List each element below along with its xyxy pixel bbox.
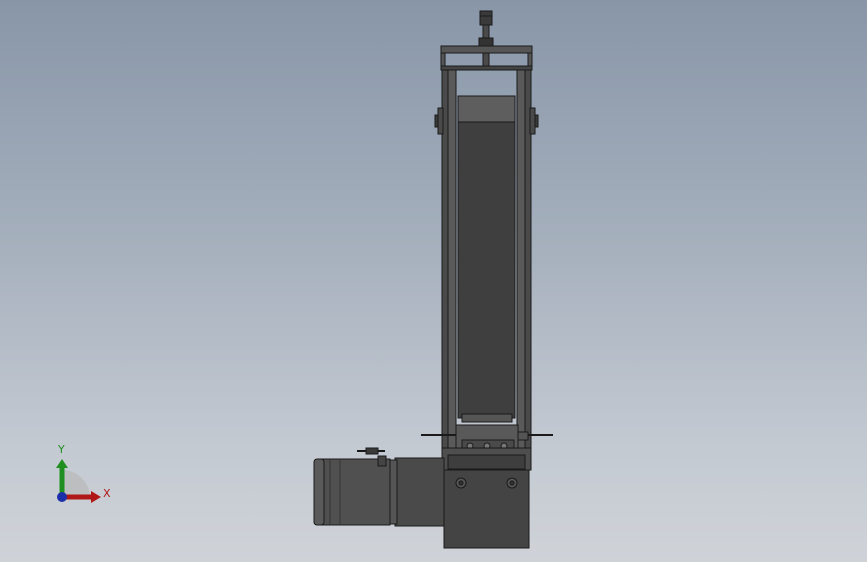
z-axis-dot <box>57 492 67 502</box>
cad-viewport[interactable]: Y X <box>0 0 867 562</box>
x-axis-head <box>91 491 101 503</box>
conveyor-model[interactable] <box>313 10 553 549</box>
gearbox-housing[interactable] <box>443 469 530 549</box>
drive-motor[interactable] <box>313 447 445 527</box>
lower-frame[interactable] <box>441 447 532 471</box>
y-axis-label: Y <box>58 443 65 456</box>
y-axis-head <box>56 459 68 468</box>
x-axis-label: X <box>103 487 111 500</box>
conveyor-belt[interactable] <box>457 95 516 423</box>
tension-screw[interactable] <box>478 10 494 68</box>
coordinate-triad <box>56 459 101 503</box>
model-canvas[interactable] <box>0 0 867 562</box>
triad-plane <box>62 470 90 497</box>
